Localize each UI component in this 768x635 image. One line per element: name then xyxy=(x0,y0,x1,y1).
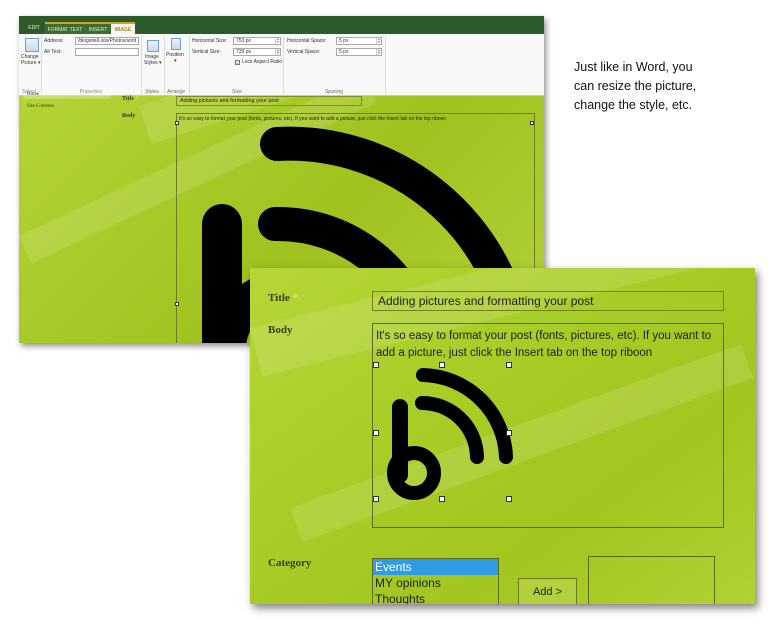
nav-home[interactable]: Home xyxy=(23,90,111,99)
group-arrange-label: Arrange xyxy=(167,89,185,95)
group-size-label: Size xyxy=(232,89,242,95)
group-styles-label: Styles xyxy=(145,89,159,95)
horizontal-space-value: 5 px xyxy=(339,38,349,44)
ribbon-separator xyxy=(141,36,142,94)
spinner-icon[interactable]: ▲ ▼ xyxy=(275,38,280,44)
position-label-2[interactable]: ▾ xyxy=(174,58,177,65)
ribbon-separator xyxy=(41,36,42,94)
horizontal-space-label: Horizontal Space: xyxy=(287,38,327,44)
title-label: Title * xyxy=(122,96,138,102)
nav-site-contents[interactable]: Site Contents xyxy=(27,104,54,109)
caption-line-3: change the style, etc. xyxy=(574,98,693,112)
vertical-size-value: 739 px xyxy=(236,49,252,55)
position-icon[interactable] xyxy=(171,38,181,50)
vertical-space-value: 5 px xyxy=(339,49,349,55)
front-screenshot: Title * Adding pictures and formatting y… xyxy=(250,268,755,604)
caption-line-2: can resize the picture, xyxy=(574,79,697,93)
tab-edit[interactable]: EDIT xyxy=(23,22,45,34)
image-styles-label-2[interactable]: Styles ▾ xyxy=(144,60,162,67)
caption-line-1: Just like in Word, you xyxy=(574,60,693,74)
title-input[interactable]: Adding pictures and formatting your post xyxy=(372,291,724,311)
category-label: Category xyxy=(268,557,312,569)
spinner-icon[interactable]: ▲ ▼ xyxy=(376,38,381,44)
caption-text: Just like in Word, you can resize the pi… xyxy=(574,58,749,115)
ribbon-tab-bar: EDIT FORMAT TEXT INSERT IMAGE xyxy=(19,16,544,34)
resize-handle[interactable] xyxy=(373,362,379,368)
list-item[interactable]: MY opinions xyxy=(373,575,498,591)
resize-handle[interactable] xyxy=(439,496,445,502)
lock-aspect-checkbox[interactable]: ✓ xyxy=(235,60,240,65)
resize-handle[interactable] xyxy=(439,362,445,368)
tab-format-text[interactable]: FORMAT TEXT xyxy=(45,22,85,34)
rss-b-logo-icon[interactable] xyxy=(378,365,513,500)
body-label: Body xyxy=(268,324,293,336)
body-label: Body xyxy=(122,113,136,119)
category-listbox[interactable]: Events MY opinions Thoughts xyxy=(372,558,499,604)
selected-categories-listbox[interactable] xyxy=(588,556,715,604)
horizontal-size-label: Horizontal Size: xyxy=(192,38,228,44)
vertical-size-label: Vertical Size: xyxy=(192,49,221,55)
horizontal-size-value: 753 px xyxy=(236,38,252,44)
title-label-text: Title xyxy=(122,96,134,102)
required-star: * xyxy=(135,96,139,102)
vertical-space-input[interactable]: 5 px ▲ ▼ xyxy=(336,48,382,56)
vertical-space-label: Vertical Space: xyxy=(287,49,321,55)
ribbon-separator xyxy=(283,36,284,94)
title-label: Title * xyxy=(268,292,298,304)
spinner-icon[interactable]: ▲ ▼ xyxy=(275,49,280,55)
ribbon-separator xyxy=(189,36,190,94)
ribbon-separator xyxy=(164,36,165,94)
address-input[interactable]: /blogsite/Lists/Photos/untit xyxy=(75,37,139,45)
title-input[interactable]: Adding pictures and formatting your post xyxy=(176,96,362,106)
title-label-text: Title xyxy=(268,292,290,304)
group-spacing-label: Spacing xyxy=(324,89,344,95)
lock-aspect-label: Lock Aspect Ratio xyxy=(242,59,283,65)
resize-handle[interactable] xyxy=(506,496,512,502)
tab-insert[interactable]: INSERT xyxy=(85,22,111,34)
spinner-icon[interactable]: ▲ ▼ xyxy=(376,49,381,55)
body-text: It's so easy to format your post (fonts,… xyxy=(376,330,712,359)
alt-text-input[interactable] xyxy=(75,48,139,56)
resize-handle[interactable] xyxy=(506,362,512,368)
ribbon-separator xyxy=(385,36,386,94)
vertical-size-input[interactable]: 739 px ▲ ▼ xyxy=(233,48,281,56)
resize-handle[interactable] xyxy=(506,430,512,436)
change-picture-label-2[interactable]: Picture ▾ xyxy=(21,60,40,67)
address-label: Address: xyxy=(44,38,64,44)
list-item[interactable]: Events xyxy=(373,559,498,575)
body-editor[interactable]: It's so easy to format your post (fonts,… xyxy=(372,323,724,528)
add-button[interactable]: Add > xyxy=(518,578,577,604)
resize-handle[interactable] xyxy=(373,496,379,502)
resize-handle[interactable] xyxy=(373,430,379,436)
list-item[interactable]: Thoughts xyxy=(373,591,498,604)
horizontal-space-input[interactable]: 5 px ▲ ▼ xyxy=(336,37,382,45)
horizontal-size-input[interactable]: 753 px ▲ ▼ xyxy=(233,37,281,45)
picture-icon[interactable] xyxy=(25,38,39,52)
ribbon: Change Picture ▾ Select Address: /blogsi… xyxy=(19,34,544,96)
tab-image[interactable]: IMAGE xyxy=(111,22,135,34)
required-star: * xyxy=(292,292,299,304)
image-styles-icon[interactable] xyxy=(147,40,159,52)
alt-text-label: Alt Text: xyxy=(44,49,62,55)
